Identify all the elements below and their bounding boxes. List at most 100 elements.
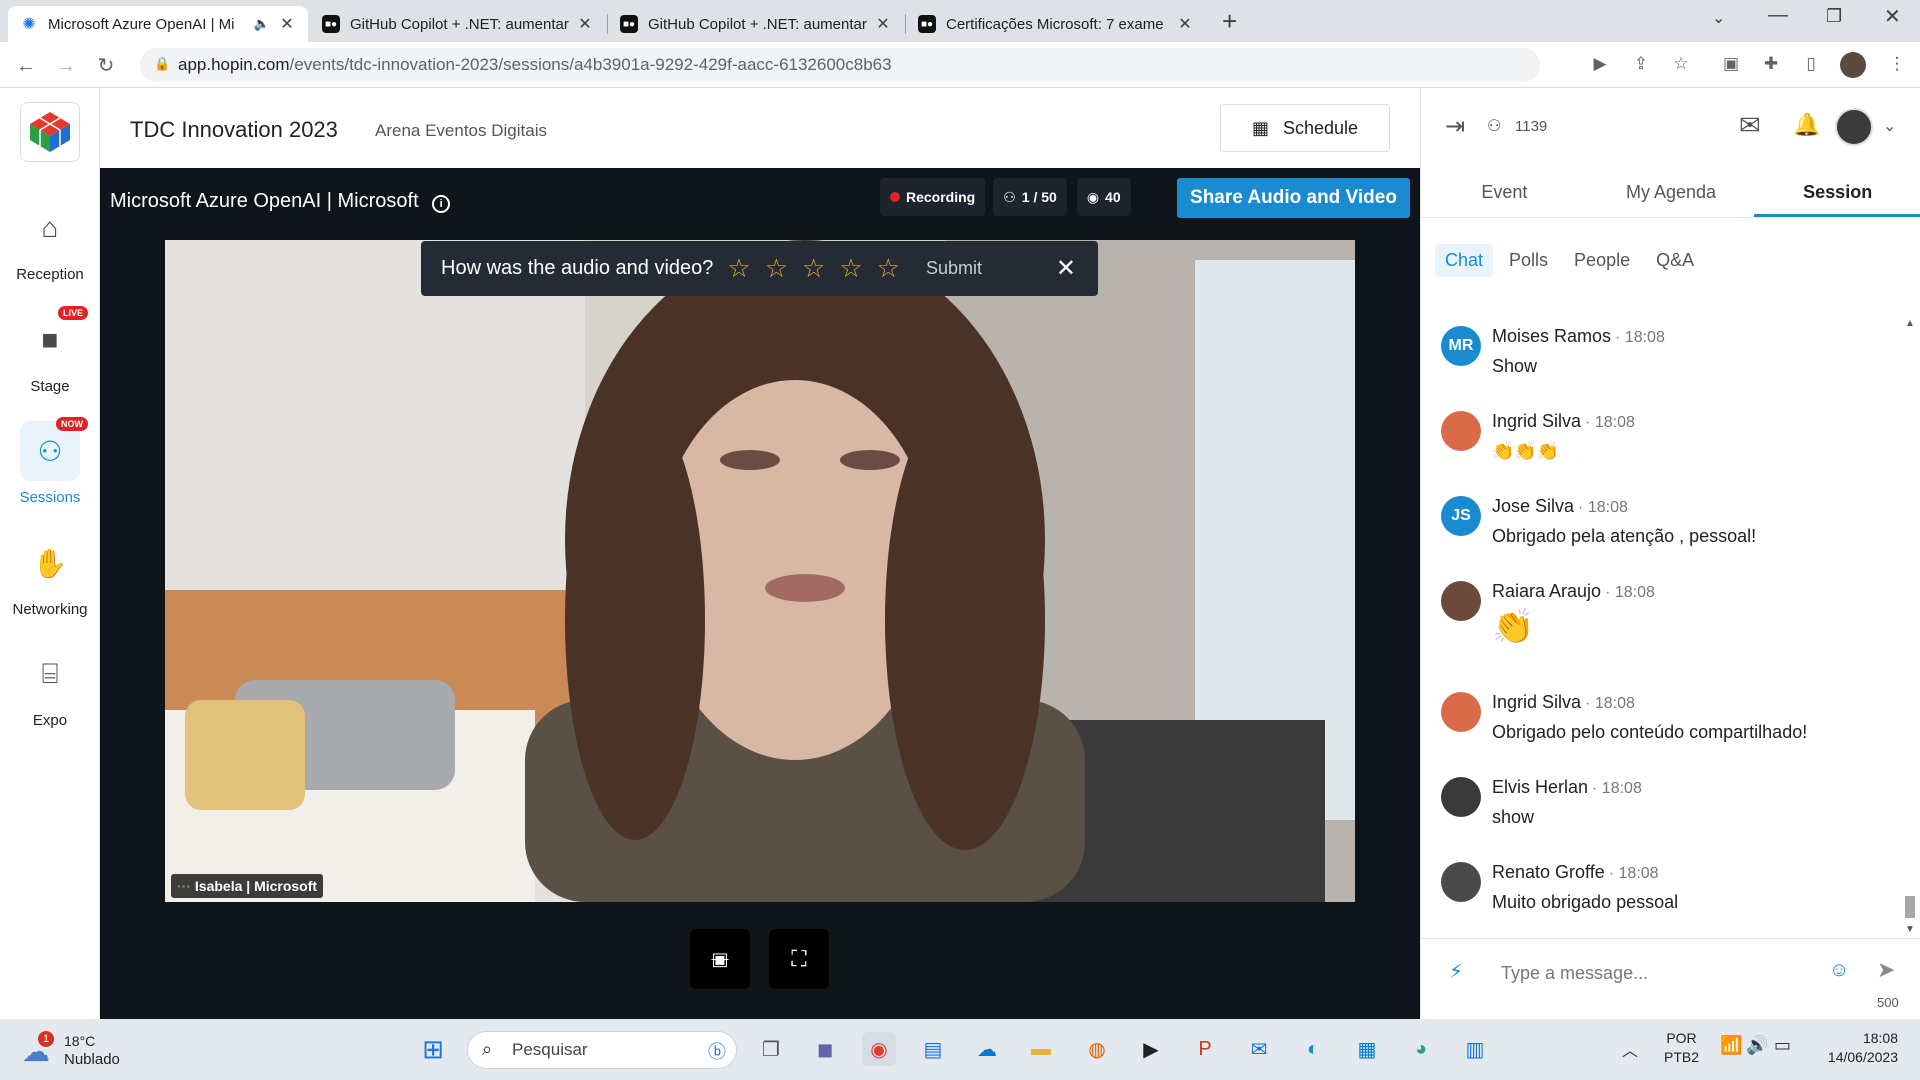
bookmark-star-icon[interactable]: ☆ bbox=[1670, 53, 1692, 75]
firefox-icon[interactable]: ◍ bbox=[1080, 1032, 1114, 1066]
avatar[interactable]: JS bbox=[1441, 496, 1481, 536]
azure-storage-icon[interactable]: ☁ bbox=[970, 1032, 1004, 1066]
close-tab-icon[interactable]: ✕ bbox=[576, 14, 594, 34]
nav-item-sessions[interactable]: ⚇ NOW Sessions bbox=[0, 417, 100, 506]
avatar[interactable] bbox=[1441, 777, 1481, 817]
nav-item-networking[interactable]: ✋ Networking bbox=[0, 533, 100, 619]
tab-event[interactable]: Event bbox=[1421, 168, 1588, 217]
rating-submit-button[interactable]: Submit bbox=[926, 258, 982, 279]
profile-avatar[interactable] bbox=[1840, 52, 1866, 78]
avatar[interactable] bbox=[1441, 692, 1481, 732]
chrome-icon[interactable]: ◉ bbox=[862, 1032, 896, 1066]
tray-overflow-icon[interactable]: ︿ bbox=[1622, 1037, 1638, 1061]
message-author[interactable]: Ingrid Silva · 18:08 bbox=[1492, 692, 1635, 713]
tab-polls[interactable]: Polls bbox=[1499, 244, 1558, 277]
picture-in-picture-icon[interactable]: ▣ bbox=[1720, 53, 1742, 75]
browser-tab-active[interactable]: ✺ Microsoft Azure OpenAI | Mi 🔈 ✕ bbox=[8, 6, 308, 42]
message-author[interactable]: Raiara Araujo · 18:08 bbox=[1492, 581, 1655, 602]
lightning-icon[interactable]: ⚡ bbox=[1449, 959, 1463, 984]
camera-blocked-icon[interactable]: ▶ bbox=[1589, 53, 1611, 75]
star-icon[interactable]: ☆ bbox=[839, 253, 862, 284]
fullscreen-button[interactable]: ⛶ bbox=[769, 929, 829, 989]
back-arrow-icon[interactable]: ← bbox=[14, 54, 38, 78]
tab-search-chevron-icon[interactable]: ⌄ bbox=[1712, 8, 1725, 28]
star-icon[interactable]: ☆ bbox=[802, 253, 825, 284]
globe-icon[interactable]: ◕ bbox=[1404, 1032, 1438, 1066]
camera-off-button[interactable]: ▣ bbox=[690, 929, 750, 989]
collapse-panel-icon[interactable]: ⇥ bbox=[1445, 112, 1465, 141]
tab-my-agenda[interactable]: My Agenda bbox=[1588, 168, 1755, 217]
info-icon[interactable]: i bbox=[432, 195, 451, 213]
forward-arrow-icon[interactable]: → bbox=[54, 54, 78, 78]
avatar[interactable]: MR bbox=[1441, 326, 1481, 366]
browser-tab[interactable]: ■● GitHub Copilot + .NET: aumentar ✕ bbox=[608, 6, 904, 42]
browser-tab[interactable]: ■● Certificações Microsoft: 7 exame ✕ bbox=[906, 6, 1206, 42]
volume-icon[interactable]: 🔊 bbox=[1746, 1035, 1768, 1056]
file-explorer-icon[interactable]: ▬ bbox=[1024, 1032, 1058, 1066]
avatar[interactable] bbox=[1441, 862, 1481, 902]
more-menu-icon[interactable]: ⋮ bbox=[1886, 53, 1908, 75]
message-author[interactable]: Elvis Herlan · 18:08 bbox=[1492, 777, 1642, 798]
scroll-up-icon[interactable]: ▲ bbox=[1905, 318, 1915, 329]
message-author[interactable]: Moises Ramos · 18:08 bbox=[1492, 326, 1665, 347]
close-window-button[interactable]: ✕ bbox=[1884, 4, 1901, 29]
star-icon[interactable]: ☆ bbox=[727, 253, 750, 284]
weather-widget[interactable]: ☁ 1 18°C Nublado bbox=[18, 1031, 138, 1071]
share-icon[interactable]: ⇪ bbox=[1630, 53, 1652, 75]
side-panel-icon[interactable]: ▯ bbox=[1800, 53, 1822, 75]
nav-item-reception[interactable]: ⌂ Reception bbox=[0, 198, 100, 283]
keyboard-language[interactable]: POR PTB2 bbox=[1664, 1029, 1699, 1067]
teams-chat-icon[interactable]: ◼ bbox=[808, 1032, 842, 1066]
close-icon[interactable]: ✕ bbox=[1056, 254, 1076, 283]
clock[interactable]: 18:08 14/06/2023 bbox=[1814, 1029, 1898, 1067]
emoji-icon[interactable]: ☺ bbox=[1829, 959, 1849, 982]
maximize-window-button[interactable]: ❐ bbox=[1826, 6, 1842, 27]
close-tab-icon[interactable]: ✕ bbox=[1176, 14, 1194, 34]
share-audio-video-button[interactable]: Share Audio and Video bbox=[1177, 178, 1410, 218]
mail-icon[interactable]: ✉ bbox=[1242, 1032, 1276, 1066]
star-icon[interactable]: ☆ bbox=[765, 253, 788, 284]
remote-desktop-icon[interactable]: ▦ bbox=[1350, 1032, 1384, 1066]
edge-icon[interactable]: ◐ bbox=[1296, 1032, 1330, 1066]
scroll-down-icon[interactable]: ▼ bbox=[1905, 924, 1915, 935]
user-avatar[interactable] bbox=[1835, 108, 1873, 146]
store-icon[interactable]: ▤ bbox=[916, 1032, 950, 1066]
avatar[interactable] bbox=[1441, 581, 1481, 621]
nav-item-expo[interactable]: ⌸ Expo bbox=[0, 644, 100, 730]
wifi-icon[interactable]: 📶 bbox=[1720, 1035, 1742, 1056]
avatar[interactable] bbox=[1441, 411, 1481, 451]
mail-icon[interactable]: ✉ bbox=[1739, 110, 1761, 141]
reload-icon[interactable]: ↻ bbox=[94, 54, 118, 78]
message-author[interactable]: Renato Groffe · 18:08 bbox=[1492, 862, 1659, 883]
chevron-down-icon[interactable]: ⌄ bbox=[1883, 116, 1896, 136]
notepad-icon[interactable]: ▥ bbox=[1458, 1032, 1492, 1066]
new-tab-button[interactable]: + bbox=[1222, 6, 1237, 37]
nav-item-stage[interactable]: ■ LIVE Stage bbox=[0, 306, 100, 395]
battery-icon[interactable]: ▭ bbox=[1774, 1035, 1791, 1056]
task-view-icon[interactable]: ❐ bbox=[754, 1032, 788, 1066]
send-icon[interactable]: ➤ bbox=[1877, 957, 1895, 983]
chat-scrollbar[interactable]: ▲ ▼ bbox=[1902, 318, 1917, 938]
event-logo[interactable] bbox=[20, 102, 80, 162]
tab-qa[interactable]: Q&A bbox=[1646, 244, 1704, 277]
scroll-thumb[interactable] bbox=[1905, 896, 1915, 918]
extensions-puzzle-icon[interactable]: ✚ bbox=[1760, 53, 1782, 75]
windows-start-icon[interactable]: ⊞ bbox=[416, 1032, 450, 1066]
schedule-button[interactable]: ▦ Schedule bbox=[1220, 104, 1390, 152]
tab-people[interactable]: People bbox=[1564, 244, 1640, 277]
taskbar-search[interactable]: ⌕ Pesquisar ⓑ bbox=[467, 1031, 737, 1069]
url-field[interactable]: 🔒 app.hopin.com/events/tdc-innovation-20… bbox=[140, 48, 1540, 82]
bell-icon[interactable]: 🔔 bbox=[1793, 112, 1820, 138]
message-author[interactable]: Jose Silva · 18:08 bbox=[1492, 496, 1628, 517]
powerpoint-icon[interactable]: P bbox=[1188, 1032, 1222, 1066]
minimize-window-button[interactable]: — bbox=[1768, 4, 1788, 27]
star-icon[interactable]: ☆ bbox=[877, 253, 900, 284]
message-input[interactable] bbox=[1501, 958, 1801, 988]
message-author[interactable]: Ingrid Silva · 18:08 bbox=[1492, 411, 1635, 432]
browser-tab[interactable]: ■● GitHub Copilot + .NET: aumentar ✕ bbox=[310, 6, 606, 42]
close-tab-icon[interactable]: ✕ bbox=[278, 14, 296, 34]
tab-chat[interactable]: Chat bbox=[1435, 244, 1494, 277]
tab-session[interactable]: Session bbox=[1754, 168, 1920, 217]
terminal-icon[interactable]: ▶ bbox=[1134, 1032, 1168, 1066]
close-tab-icon[interactable]: ✕ bbox=[874, 14, 892, 34]
